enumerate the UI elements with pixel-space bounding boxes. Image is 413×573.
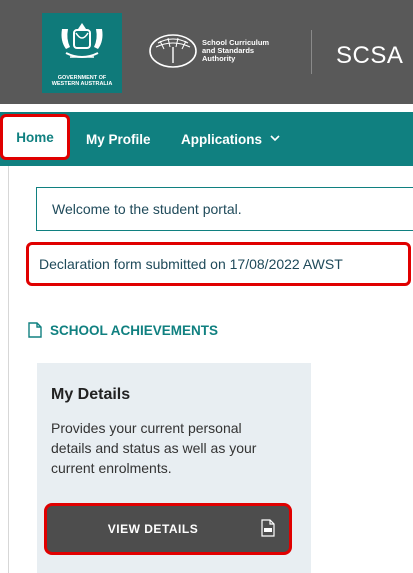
government-crest-logo[interactable]: GOVERNMENT OF WESTERN AUSTRALIA	[42, 13, 122, 93]
document-icon	[28, 322, 42, 338]
scsa-org-name: School Curriculum and Standards Authorit…	[202, 39, 269, 63]
scsa-emblem-icon	[149, 34, 197, 68]
view-details-label: VIEW DETAILS	[107, 522, 199, 536]
site-header: GOVERNMENT OF WESTERN AUSTRALIA School C…	[0, 0, 413, 104]
view-details-button[interactable]: VIEW DETAILS	[44, 503, 292, 555]
nav-applications-menu[interactable]: Applications	[181, 112, 280, 166]
welcome-message: Welcome to the student portal.	[36, 187, 413, 231]
gov-label-line2: WESTERN AUSTRALIA	[51, 81, 113, 87]
main-navigation: Home My Profile Applications	[0, 112, 413, 166]
crest-icon	[61, 23, 103, 58]
org-line3: Authority	[202, 54, 236, 63]
card-description: Provides your current personal details a…	[51, 420, 257, 476]
site-title[interactable]: SCSA	[336, 42, 403, 70]
declaration-status-message: Declaration form submitted on 17/08/2022…	[26, 242, 411, 286]
chevron-down-icon	[270, 133, 280, 145]
section-title: SCHOOL ACHIEVEMENTS	[50, 322, 219, 338]
school-achievements-heading: SCHOOL ACHIEVEMENTS	[28, 322, 218, 338]
header-divider	[311, 30, 312, 74]
nav-my-profile-tab[interactable]: My Profile	[86, 112, 151, 166]
nav-applications-label: Applications	[181, 131, 263, 147]
card-title: My Details	[51, 386, 131, 403]
pdf-icon	[261, 519, 275, 537]
scsa-logo[interactable]: School Curriculum and Standards Authorit…	[148, 33, 269, 69]
view-details-button-body[interactable]: VIEW DETAILS	[47, 506, 289, 552]
content-border	[8, 166, 9, 573]
nav-home-tab[interactable]: Home	[0, 114, 70, 160]
